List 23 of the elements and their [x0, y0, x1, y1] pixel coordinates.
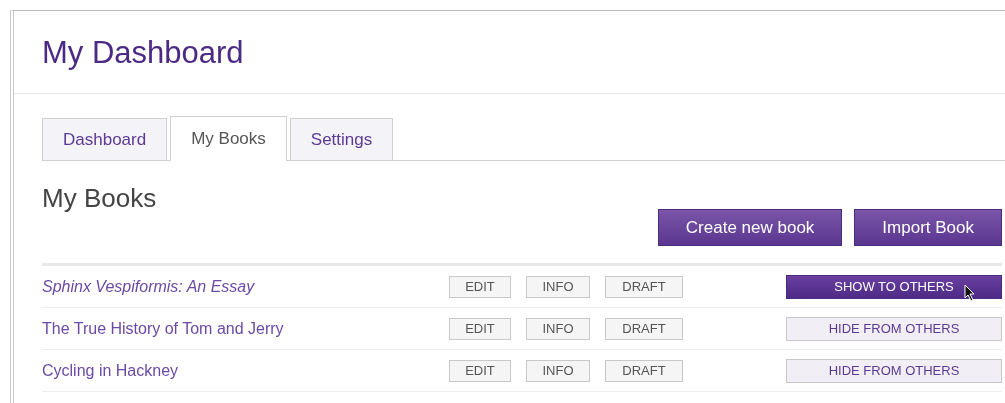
visibility-button[interactable]: HIDE FROM OTHERS — [786, 358, 1002, 383]
row-button[interactable]: INFO — [526, 275, 590, 298]
page-title: My Dashboard — [42, 34, 245, 72]
action-button[interactable]: Create new book — [657, 209, 843, 246]
cursor-icon — [964, 284, 976, 303]
book-title-link[interactable]: Sphinx Vespiformis: An Essay — [42, 274, 449, 299]
row-button[interactable]: EDIT — [449, 359, 511, 382]
row-button[interactable]: DRAFT — [605, 317, 683, 340]
row-button[interactable]: DRAFT — [605, 359, 683, 382]
row-button[interactable]: EDIT — [449, 317, 511, 340]
row-button[interactable]: INFO — [526, 359, 590, 382]
action-button[interactable]: Import Book — [854, 209, 1002, 246]
row-button[interactable]: EDIT — [449, 275, 511, 298]
row-button[interactable]: INFO — [526, 317, 590, 340]
visibility-button[interactable]: HIDE FROM OTHERS — [786, 316, 1002, 341]
row-button[interactable]: DRAFT — [605, 275, 683, 298]
section-title: My Books — [42, 183, 158, 213]
tab[interactable]: Settings — [289, 118, 394, 160]
tab[interactable]: Dashboard — [42, 118, 168, 160]
tab[interactable]: My Books — [170, 116, 287, 161]
book-title-link[interactable]: Cycling in Hackney — [42, 358, 449, 383]
visibility-button[interactable]: SHOW TO OTHERS — [786, 274, 1002, 299]
book-title-link[interactable]: The True History of Tom and Jerry — [42, 316, 449, 341]
